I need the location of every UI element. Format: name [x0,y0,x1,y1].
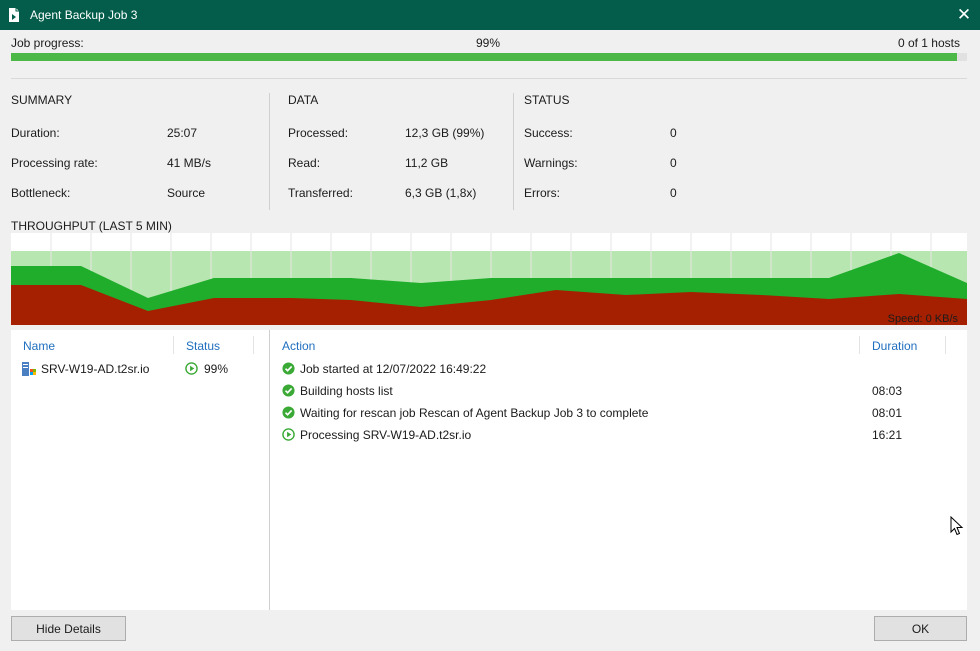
host-status: 99% [204,362,229,376]
action-text: Building hosts list [300,384,393,398]
column-divider [945,336,946,354]
action-row[interactable]: Waiting for rescan job Rescan of Agent B… [270,404,967,422]
speed-readout: Speed: 0 KB/s [887,313,958,325]
job-progress-row: Job progress: 99% 0 of 1 hosts [11,36,960,50]
close-icon: ✕ [956,5,972,24]
action-row[interactable]: Job started at 12/07/2022 16:49:22 [270,360,967,378]
success-label: Success: [524,126,573,140]
host-row[interactable]: SRV-W19-AD.t2sr.io 99% [11,360,269,378]
job-progress-bar [11,53,967,61]
warnings-value: 0 [670,156,677,170]
data-title: DATA [288,93,319,107]
backup-job-icon [9,8,19,22]
action-row[interactable]: Building hosts list 08:03 [270,382,967,400]
bottleneck-value: Source [167,186,206,200]
column-header-status[interactable]: Status [186,339,220,353]
read-value: 11,2 GB [405,156,449,170]
warnings-label: Warnings: [524,156,578,170]
column-divider [859,336,860,354]
summary-title: SUMMARY [11,93,73,107]
success-icon [282,362,295,375]
status-title: STATUS [524,93,570,107]
action-text: Processing SRV-W19-AD.t2sr.io [300,428,472,442]
processed-label: Processed: [288,126,349,140]
column-divider [253,336,254,354]
duration-value: 25:07 [167,126,198,140]
action-duration: 16:21 [872,428,903,442]
bottleneck-label: Bottleneck: [11,186,71,200]
throughput-title: THROUGHPUT (LAST 5 MIN) [11,219,172,233]
duration-label: Duration: [11,126,60,140]
action-text: Waiting for rescan job Rescan of Agent B… [300,406,649,420]
action-row[interactable]: Processing SRV-W19-AD.t2sr.io 16:21 [270,426,967,444]
server-icon [22,362,36,376]
hide-details-button[interactable]: Hide Details [11,616,126,641]
column-divider [173,336,174,354]
details-panel: Name Status Action Duration SRV-W19-AD.t… [11,330,967,610]
window-title: Agent Backup Job 3 [30,8,138,22]
ok-button[interactable]: OK [874,616,967,641]
action-text: Job started at 12/07/2022 16:49:22 [300,362,487,376]
divider [11,78,967,79]
job-progress-hosts: 0 of 1 hosts [897,36,960,50]
success-icon [282,384,295,397]
mouse-cursor-icon [950,516,964,536]
job-progress-percent: 99% [476,36,501,50]
errors-label: Errors: [524,186,560,200]
section-divider [269,93,270,210]
section-divider [513,93,514,210]
processed-value: 12,3 GB (99%) [405,126,485,140]
errors-value: 0 [670,186,677,200]
transferred-label: Transferred: [288,186,353,200]
job-progress-fill [11,53,958,61]
host-name: SRV-W19-AD.t2sr.io [41,362,150,376]
column-header-duration[interactable]: Duration [872,339,917,353]
title-bar: Agent Backup Job 3 ✕ [0,0,980,30]
throughput-chart: Speed: 0 KB/s [11,233,967,325]
column-header-name[interactable]: Name [23,339,55,353]
action-duration: 08:01 [872,406,903,420]
transferred-value: 6,3 GB (1,8x) [405,186,477,200]
throughput-chart-svg [11,233,967,325]
action-duration: 08:03 [872,384,903,398]
success-icon [282,406,295,419]
running-icon [185,362,198,375]
running-icon [282,428,295,441]
close-button[interactable]: ✕ [948,0,980,30]
success-value: 0 [670,126,677,140]
column-header-action[interactable]: Action [282,339,315,353]
processing-rate-label: Processing rate: [11,156,98,170]
read-label: Read: [288,156,321,170]
job-progress-label: Job progress: [11,36,84,50]
processing-rate-value: 41 MB/s [167,156,212,170]
